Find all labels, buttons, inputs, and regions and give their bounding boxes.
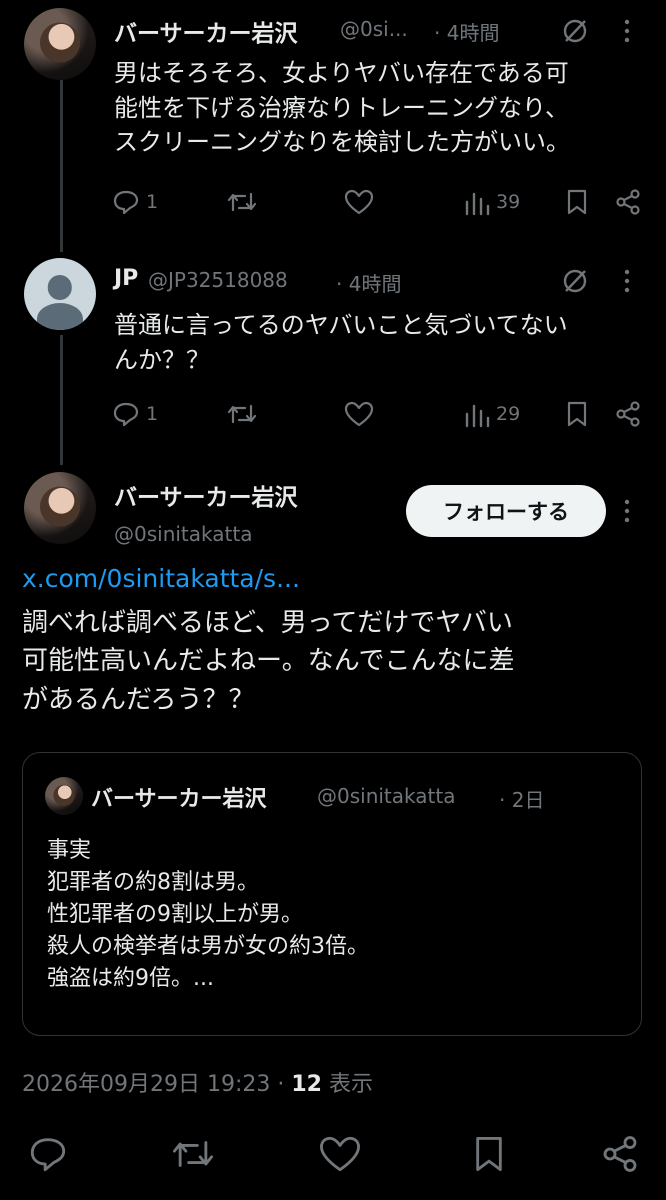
reply-icon[interactable] xyxy=(112,400,140,428)
author-name[interactable]: バーサーカー岩沢 xyxy=(114,478,298,512)
tweet-timestamp: 2026年09月29日 19:23 · 12 表示 xyxy=(22,1066,373,1098)
grok-icon[interactable] xyxy=(560,16,590,46)
avatar xyxy=(45,777,83,815)
views-label: 表示 xyxy=(329,1072,374,1097)
grok-icon[interactable] xyxy=(560,266,590,296)
more-icon[interactable] xyxy=(622,268,632,294)
author-name[interactable]: バーサーカー岩沢 xyxy=(114,14,298,48)
bookmark-icon[interactable] xyxy=(565,188,589,216)
views-icon[interactable] xyxy=(464,190,490,216)
reply-icon[interactable] xyxy=(28,1134,68,1174)
follow-button[interactable]: フォローする xyxy=(406,485,606,537)
bookmark-icon[interactable] xyxy=(472,1134,506,1174)
author-handle[interactable]: @JP32518088 xyxy=(148,268,288,292)
views-count: 39 xyxy=(496,191,521,213)
more-icon[interactable] xyxy=(622,18,632,44)
more-icon[interactable] xyxy=(622,498,632,524)
author-handle[interactable]: @0sinitakatta xyxy=(114,522,252,546)
thread-line xyxy=(60,335,63,465)
quoted-tweet[interactable]: バーサーカー岩沢 @0sinitakatta · 2日 事実 犯罪者の約8割は男… xyxy=(22,752,642,1036)
views-count: 29 xyxy=(496,403,521,425)
quote-time: · 2日 xyxy=(499,788,545,812)
tweet-text: 調べれば調べるほど、男ってだけでヤバい 可能性高いんだよねー。なんでこんなに差 … xyxy=(22,608,515,715)
author-name[interactable]: JP xyxy=(114,266,138,291)
views-count: 12 xyxy=(291,1072,322,1097)
tweet-date: 2026年09月29日 19:23 xyxy=(22,1072,271,1097)
retweet-icon[interactable] xyxy=(170,1134,216,1174)
reply-count: 1 xyxy=(146,403,159,425)
avatar[interactable] xyxy=(24,8,96,80)
tweet-text: 男はそろそろ、女よりヤバい存在である可 能性を下げる治療なりトレーニングなり、 … xyxy=(114,59,570,157)
views-icon[interactable] xyxy=(464,402,490,428)
quote-author-name: バーサーカー岩沢 xyxy=(91,787,267,812)
retweet-icon[interactable] xyxy=(226,188,258,216)
like-icon[interactable] xyxy=(344,188,374,216)
reply-icon[interactable] xyxy=(112,188,140,216)
quote-author-handle: @0sinitakatta xyxy=(317,784,456,808)
tweet-text: 普通に言ってるのヤバいこと気づいてない んか？？ xyxy=(114,311,568,374)
avatar[interactable] xyxy=(24,258,96,330)
like-icon[interactable] xyxy=(318,1134,362,1174)
share-icon[interactable] xyxy=(614,188,642,216)
tweet-link[interactable]: x.com/0sinitakatta/s... xyxy=(22,564,300,593)
bookmark-icon[interactable] xyxy=(565,400,589,428)
avatar[interactable] xyxy=(24,472,96,544)
share-icon[interactable] xyxy=(600,1134,640,1174)
separator: · xyxy=(277,1072,285,1097)
share-icon[interactable] xyxy=(614,400,642,428)
quote-text: 事実 犯罪者の約8割は男。 性犯罪者の9割以上が男。 殺人の検挙者は男が女の約3… xyxy=(47,838,369,992)
author-handle[interactable]: @0si... xyxy=(340,17,408,41)
tweet-time[interactable]: · 4時間 xyxy=(434,17,499,46)
like-icon[interactable] xyxy=(344,400,374,428)
reply-count: 1 xyxy=(146,191,159,213)
retweet-icon[interactable] xyxy=(226,400,258,428)
thread-line xyxy=(60,80,63,252)
tweet-time[interactable]: · 4時間 xyxy=(336,268,401,297)
